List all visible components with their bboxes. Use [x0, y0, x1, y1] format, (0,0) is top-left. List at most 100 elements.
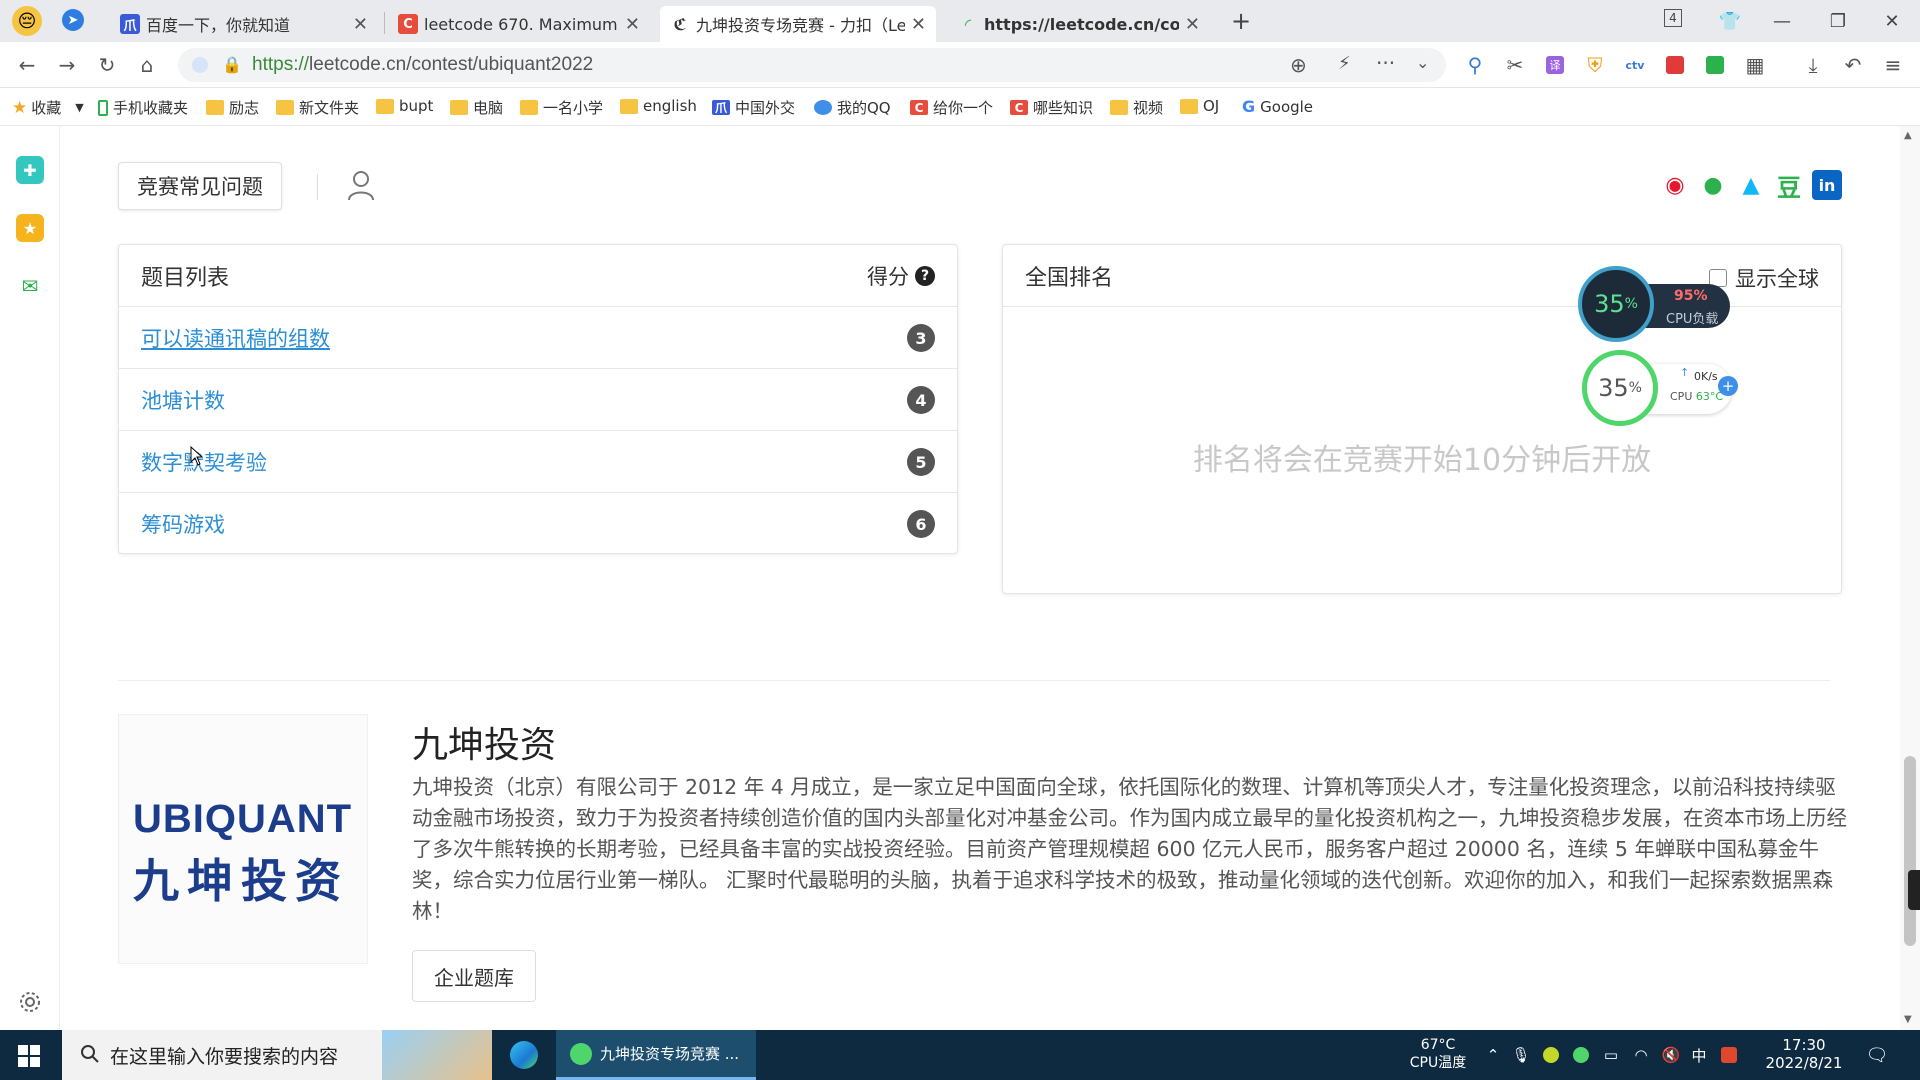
tab-leetcode-url[interactable]: ◜ https://leetcode.cn/conte ✕ — [948, 6, 1210, 42]
menu-icon[interactable]: ≡ — [1880, 52, 1906, 78]
close-icon[interactable]: ✕ — [353, 14, 368, 35]
contest-faq-button[interactable]: 竞赛常见问题 — [118, 162, 282, 210]
bookmark-favorites[interactable]: ★ 收藏 ▼ — [12, 97, 84, 118]
tab-leetcode-670[interactable]: C leetcode 670. Maximum Sw ✕ — [388, 6, 650, 42]
site-info-icon[interactable] — [192, 57, 208, 73]
bookmark-label: 中国外交 — [735, 99, 795, 117]
bookmark-link[interactable]: 爪中国外交 — [712, 97, 795, 118]
plus-icon[interactable]: + — [1718, 376, 1738, 396]
apps-grid-icon[interactable]: ▦ — [1742, 52, 1768, 78]
bookmark-folder[interactable]: bupt — [376, 97, 433, 115]
skin-icon[interactable]: 👕 — [1710, 6, 1750, 36]
bookmark-folder[interactable]: OJ — [1180, 97, 1219, 115]
ime-indicator[interactable]: 中 — [1690, 1046, 1708, 1065]
bookmark-folder[interactable]: 新文件夹 — [276, 97, 359, 118]
folder-icon — [520, 100, 538, 115]
chevron-up-icon[interactable]: ⌃ — [1484, 1046, 1502, 1064]
panel-title: 全国排名 — [1025, 265, 1114, 291]
clock[interactable]: 17:30 2022/8/21 — [1754, 1036, 1854, 1072]
scroll-down-icon[interactable]: ▼ — [1904, 1014, 1912, 1025]
bookmark-link[interactable]: G Google — [1242, 97, 1313, 116]
bookmark-label: 一名小学 — [543, 99, 604, 117]
favorites-star-icon[interactable]: ★ — [16, 214, 44, 242]
calendar-icon[interactable] — [1662, 52, 1688, 78]
undo-icon[interactable]: ↶ — [1840, 52, 1866, 78]
baidu-icon: 爪 — [120, 14, 140, 34]
bookmark-folder[interactable]: english — [620, 97, 697, 115]
windows-start-icon[interactable] — [18, 1045, 40, 1067]
bookmark-folder[interactable]: 电脑 — [450, 97, 503, 118]
profile-avatar-icon[interactable]: 😔 — [12, 6, 42, 36]
weibo-icon[interactable]: ◉ — [1660, 170, 1690, 200]
volume-mute-icon[interactable]: 🔇 — [1662, 1046, 1681, 1064]
microphone-icon[interactable]: 🎙 — [1511, 1046, 1530, 1064]
problem-link[interactable]: 可以读通讯稿的组数 — [141, 323, 330, 353]
linkedin-icon[interactable]: in — [1812, 170, 1842, 200]
url-text[interactable]: https://leetcode.cn/contest/ubiquant2022 — [252, 54, 593, 76]
problem-link[interactable]: 池塘计数 — [141, 385, 225, 415]
battery-icon[interactable]: ▭ — [1602, 1046, 1620, 1064]
problem-link[interactable]: 筹码游戏 — [141, 509, 225, 539]
home-icon[interactable]: ⌂ — [134, 52, 160, 78]
user-icon[interactable] — [344, 168, 378, 202]
app-tray-icon[interactable] — [1542, 1046, 1560, 1064]
bookmark-link[interactable]: C 给你一个 — [910, 97, 995, 118]
minimize-icon[interactable]: — — [1762, 6, 1802, 36]
cctv-icon[interactable]: ctv — [1622, 52, 1648, 78]
shield-icon[interactable]: ⛨ — [1582, 52, 1608, 78]
bookmark-folder[interactable]: 视频 — [1110, 97, 1163, 118]
edge-taskbar-icon[interactable] — [506, 1030, 542, 1080]
browser-app-icon — [570, 1042, 592, 1065]
cpu-load-widget[interactable]: 35% 95% CPU负载 — [1578, 266, 1730, 342]
taskbar-search-box[interactable]: 在这里输入你要搜索的内容 — [62, 1030, 492, 1080]
more-icon[interactable]: ··· — [1376, 51, 1395, 75]
back-icon[interactable]: ← — [14, 52, 40, 78]
sogou-ime-icon[interactable] — [1720, 1046, 1738, 1064]
address-bar[interactable]: 🔒 https://leetcode.cn/contest/ubiquant20… — [178, 48, 1446, 82]
help-icon[interactable]: ? — [915, 266, 935, 286]
new-tab-icon[interactable]: + — [1226, 6, 1256, 36]
bookmark-link[interactable]: 我的QQ — [814, 97, 901, 118]
douban-icon[interactable]: 豆 — [1774, 170, 1804, 202]
company-problems-button[interactable]: 企业题库 — [412, 950, 536, 1002]
close-window-icon[interactable]: ✕ — [1872, 6, 1912, 36]
close-icon[interactable]: ✕ — [911, 14, 926, 35]
wechat-file-icon[interactable] — [1702, 52, 1728, 78]
app-tray-icon[interactable] — [1572, 1046, 1590, 1064]
cpu-value: 35 — [1594, 290, 1625, 318]
scroll-thumb[interactable] — [1904, 756, 1916, 946]
scissors-icon[interactable]: ✂ — [1502, 52, 1528, 78]
close-icon[interactable]: ✕ — [625, 14, 640, 35]
wechat-icon[interactable]: ● — [1698, 170, 1728, 200]
qq-icon[interactable]: ▲ — [1736, 170, 1766, 200]
restore-icon[interactable]: ❐ — [1818, 6, 1858, 36]
browser-menu-icon[interactable]: ➤ — [62, 9, 84, 31]
notification-icon[interactable]: 🗨 — [1866, 1045, 1889, 1066]
problem-link[interactable]: 数字默契考验 — [141, 447, 267, 477]
bookmark-link[interactable]: C 哪些知识 — [1010, 97, 1095, 118]
gear-icon[interactable] — [18, 990, 42, 1014]
wifi-icon[interactable]: ◠ — [1632, 1046, 1650, 1064]
bookmark-folder[interactable]: 一名小学 — [520, 97, 623, 118]
scroll-up-icon[interactable]: ▲ — [1904, 130, 1912, 141]
mail-icon[interactable]: ✉ — [16, 272, 44, 300]
chevron-down-icon[interactable]: ⌄ — [1416, 53, 1429, 72]
bookmark-folder[interactable]: 励志 — [206, 97, 259, 118]
lightning-icon[interactable]: ⚡ — [1338, 53, 1351, 74]
cpu-temp-widget[interactable]: 35% ↑ 0K/s CPU 63°C + — [1582, 350, 1738, 426]
tab-ubiquant-contest[interactable]: ℭ 九坤投资专场竞赛 - 力扣（Le ✕ — [660, 6, 936, 42]
problem-row: 可以读通讯稿的组数 3 — [119, 307, 957, 369]
reload-icon[interactable]: ↻ — [94, 52, 120, 78]
bookmark-mobile[interactable]: 手机收藏夹 — [98, 97, 188, 118]
zoom-icon[interactable]: ⊕ — [1290, 53, 1307, 77]
translate-icon[interactable]: 译 — [1542, 52, 1568, 78]
forward-icon[interactable]: → — [54, 52, 80, 78]
taskbar-app-browser[interactable]: 九坤投资专场竞赛 ... — [556, 1030, 756, 1080]
plugin-icon[interactable]: ✚ — [16, 156, 44, 184]
tab-baidu[interactable]: 爪 百度一下，你就知道 ✕ — [110, 6, 378, 42]
tab-count-badge[interactable]: 4 — [1664, 9, 1682, 27]
search-icon[interactable]: ⚲ — [1462, 52, 1488, 78]
close-icon[interactable]: ✕ — [1185, 14, 1200, 35]
cpu-temperature-tray[interactable]: 67°C CPU温度 — [1398, 1036, 1478, 1072]
download-icon[interactable]: ⤓ — [1800, 52, 1826, 78]
